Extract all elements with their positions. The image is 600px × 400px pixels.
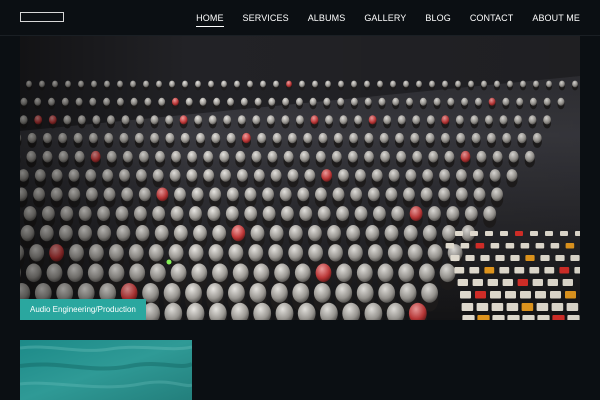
hero-caption-badge[interactable]: Audio Engineering/Production	[20, 299, 146, 320]
nav-item-contact[interactable]: CONTACT	[470, 11, 514, 25]
site-logo[interactable]	[20, 12, 64, 22]
nav-item-about-me[interactable]: ABOUT ME	[532, 11, 580, 25]
hero-image[interactable]: Audio Engineering/Production	[20, 36, 580, 320]
site-header: HOME SERVICES ALBUMS GALLERY BLOG CONTAC…	[0, 0, 600, 36]
nav-item-services[interactable]: SERVICES	[243, 11, 289, 25]
teal-texture-image	[20, 340, 192, 400]
mixing-console-photo	[20, 36, 580, 320]
nav-item-gallery[interactable]: GALLERY	[364, 11, 406, 25]
nav-item-albums[interactable]: ALBUMS	[308, 11, 346, 25]
gallery-thumbnail[interactable]	[20, 340, 192, 400]
main-nav: HOME SERVICES ALBUMS GALLERY BLOG CONTAC…	[196, 0, 580, 35]
nav-item-blog[interactable]: BLOG	[425, 11, 450, 25]
nav-item-home[interactable]: HOME	[196, 11, 224, 27]
